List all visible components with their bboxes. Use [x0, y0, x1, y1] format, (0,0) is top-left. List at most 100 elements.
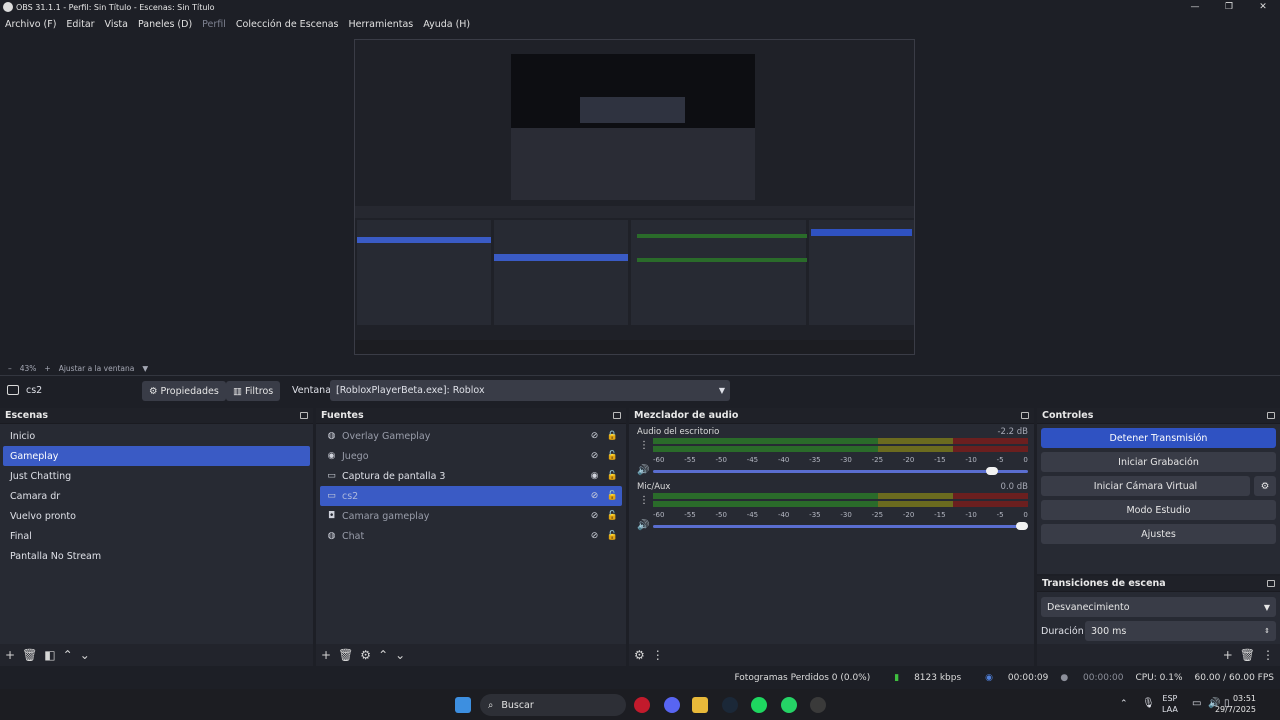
window-select[interactable]: [RobloxPlayerBeta.exe]: Roblox ▼ [330, 380, 730, 401]
chevron-down-icon[interactable]: ▼ [142, 364, 148, 373]
zoom-fit[interactable]: Ajustar a la ventana [59, 364, 135, 373]
zoom-in-button[interactable]: + [44, 364, 50, 373]
whatsapp-icon[interactable] [781, 697, 797, 713]
start-recording-button[interactable]: Iniciar Grabación [1041, 452, 1276, 472]
unlock-icon[interactable]: 🔓 [607, 530, 618, 541]
popout-icon[interactable] [1267, 412, 1275, 419]
eye-hidden-icon[interactable]: ⊘ [589, 430, 600, 441]
taskbar-search[interactable]: ⌕ Buscar [480, 694, 626, 716]
eye-hidden-icon[interactable]: ⊘ [589, 490, 600, 501]
scene-item[interactable]: Final [3, 526, 310, 546]
unlock-icon[interactable]: 🔓 [607, 470, 618, 481]
lock-icon[interactable]: 🔒 [607, 430, 618, 441]
chevron-up-icon[interactable]: ⌃ [1120, 699, 1128, 709]
menu-archivo[interactable]: Archivo (F) [0, 19, 61, 30]
stop-stream-button[interactable]: Detener Transmisión [1041, 428, 1276, 448]
folder-icon[interactable] [692, 697, 708, 713]
gear-icon[interactable]: ⚙ [1254, 476, 1276, 496]
eye-icon[interactable]: ◉ [589, 470, 600, 481]
menu-vista[interactable]: Vista [100, 19, 133, 30]
move-up-button[interactable]: ⌃ [63, 648, 73, 662]
more-icon[interactable]: ⋮ [639, 495, 649, 506]
start-virtual-camera-button[interactable]: Iniciar Cámara Virtual [1041, 476, 1250, 496]
zoom-level: 43% [19, 363, 37, 373]
obs-icon[interactable] [810, 697, 826, 713]
settings-button[interactable]: Ajustes [1041, 524, 1276, 544]
unlock-icon[interactable]: 🔓 [607, 490, 618, 501]
status-bar: Fotogramas Perdidos 0 (0.0%) ▮ 8123 kbps… [0, 667, 1280, 689]
volume-knob[interactable] [1016, 522, 1028, 530]
add-scene-button[interactable]: + [5, 648, 15, 662]
transition-select[interactable]: Desvanecimiento ▼ [1041, 597, 1276, 617]
language-indicator[interactable]: ESP LAA [1162, 693, 1178, 715]
eye-hidden-icon[interactable]: ⊘ [589, 450, 600, 461]
filters-button[interactable]: ▥ Filtros [226, 381, 281, 401]
zoom-out-button[interactable]: – [8, 364, 12, 373]
trash-icon[interactable]: 🗑 [338, 648, 353, 662]
add-transition-button[interactable]: + [1223, 648, 1233, 662]
source-item[interactable]: ◉ Juego ⊘ 🔓 [320, 446, 622, 466]
source-item[interactable]: ▭ cs2 ⊘ 🔓 [320, 486, 622, 506]
volume-knob[interactable] [986, 467, 998, 475]
opera-icon[interactable] [634, 697, 650, 713]
minimize-button[interactable]: — [1178, 0, 1212, 14]
close-button[interactable]: ✕ [1246, 0, 1280, 14]
speaker-icon[interactable]: 🔊 [637, 465, 649, 476]
windows-start-icon[interactable] [455, 697, 471, 713]
eye-hidden-icon[interactable]: ⊘ [589, 510, 600, 521]
source-item[interactable]: ◍ Overlay Gameplay ⊘ 🔒 [320, 426, 622, 446]
source-item[interactable]: ◘ Camara gameplay ⊘ 🔓 [320, 506, 622, 526]
more-icon[interactable]: ⋮ [639, 440, 649, 451]
scene-filters-icon[interactable]: ◧ [44, 648, 55, 662]
discord-icon[interactable] [664, 697, 680, 713]
popout-icon[interactable] [613, 412, 621, 419]
trash-icon[interactable]: 🗑 [22, 648, 37, 662]
steam-icon[interactable] [722, 697, 738, 713]
move-up-button[interactable]: ⌃ [378, 648, 388, 662]
menu-ayuda[interactable]: Ayuda (H) [418, 19, 475, 30]
scene-item[interactable]: Gameplay [3, 446, 310, 466]
menu-coleccion[interactable]: Colección de Escenas [231, 19, 344, 30]
speaker-icon[interactable]: 🔊 [637, 520, 649, 531]
track-db: 0.0 dB [1000, 482, 1028, 492]
scene-item[interactable]: Just Chatting [3, 466, 310, 486]
stream-time: ◉ 00:00:09 [985, 673, 1049, 683]
volume-slider[interactable] [653, 522, 1028, 530]
popout-icon[interactable] [1267, 580, 1275, 587]
more-icon[interactable]: ⋮ [1262, 648, 1274, 662]
menu-paneles[interactable]: Paneles (D) [133, 19, 197, 30]
studio-mode-button[interactable]: Modo Estudio [1041, 500, 1276, 520]
duration-input[interactable]: 300 ms ⇕ [1085, 621, 1276, 641]
clock[interactable]: 03:51 29/7/2025 [1215, 693, 1256, 715]
scene-item[interactable]: Camara dr [3, 486, 310, 506]
network-icon[interactable]: ▭ [1192, 698, 1201, 709]
eye-hidden-icon[interactable]: ⊘ [589, 530, 600, 541]
preview-canvas[interactable] [354, 39, 915, 355]
trash-icon[interactable]: 🗑 [1240, 648, 1255, 662]
move-down-button[interactable]: ⌄ [80, 648, 90, 662]
gear-icon[interactable]: ⚙ [360, 648, 371, 662]
sources-title: Fuentes [321, 410, 364, 421]
scene-item[interactable]: Inicio [3, 426, 310, 446]
menu-perfil[interactable]: Perfil [197, 19, 231, 30]
track-name: Audio del escritorio [637, 427, 720, 437]
unlock-icon[interactable]: 🔓 [607, 450, 618, 461]
popout-icon[interactable] [300, 412, 308, 419]
more-icon[interactable]: ⋮ [652, 648, 664, 662]
scene-item[interactable]: Pantalla No Stream [3, 546, 310, 566]
move-down-button[interactable]: ⌄ [395, 648, 405, 662]
advanced-audio-icon[interactable]: ⚙ [634, 648, 645, 662]
volume-slider[interactable] [653, 467, 1028, 475]
maximize-button[interactable]: ❐ [1212, 0, 1246, 14]
popout-icon[interactable] [1021, 412, 1029, 419]
spotify-icon[interactable] [751, 697, 767, 713]
scene-item[interactable]: Vuelvo pronto [3, 506, 310, 526]
menu-editar[interactable]: Editar [61, 19, 99, 30]
source-item[interactable]: ◍ Chat ⊘ 🔓 [320, 526, 622, 546]
menu-herramientas[interactable]: Herramientas [344, 19, 419, 30]
source-item[interactable]: ▭ Captura de pantalla 3 ◉ 🔓 [320, 466, 622, 486]
properties-button[interactable]: ⚙ Propiedades [142, 381, 226, 401]
unlock-icon[interactable]: 🔓 [607, 510, 618, 521]
microphone-icon[interactable]: 🎙 [1142, 698, 1155, 709]
add-source-button[interactable]: + [321, 648, 331, 662]
